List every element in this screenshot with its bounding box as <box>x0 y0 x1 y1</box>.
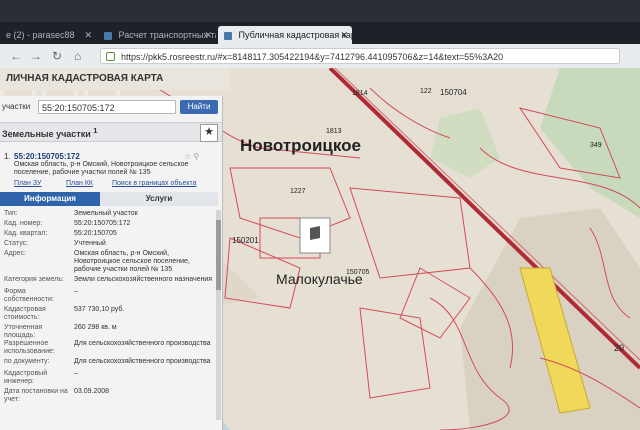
property-value: 03.09.2008 <box>74 388 110 395</box>
panel-scrollbar[interactable] <box>216 210 221 420</box>
results-count: 1 <box>93 126 98 135</box>
results-header-text: Земельные участки 1 <box>2 126 97 139</box>
plan-zu-link[interactable]: План ЗУ <box>14 180 41 187</box>
lock-icon <box>106 52 115 61</box>
scrollbar-thumb[interactable] <box>216 220 221 290</box>
forward-icon[interactable]: → <box>30 49 42 63</box>
property-value: 55:20:150705:172 <box>74 220 131 227</box>
panel-tabs: Информация Услуги <box>0 192 222 206</box>
result-action-icons[interactable]: ☆ ⚲ <box>184 152 199 161</box>
property-value: Для сельскохозяйственного производства <box>74 340 211 347</box>
property-label: Статус: <box>4 240 29 247</box>
map-place-label: Новотроицкое <box>240 136 361 155</box>
browser-tab-cadastral-map[interactable]: Публичная кадастровая карта ✕ <box>218 26 352 44</box>
property-label: Кад. номер: <box>4 220 43 227</box>
map-parcel-label: 150705 <box>346 269 370 276</box>
close-icon[interactable]: ✕ <box>204 26 212 44</box>
reload-icon[interactable]: ↻ <box>52 49 62 63</box>
property-label: Тип: <box>4 210 18 217</box>
address-bar: ← → ↻ ⌂ https://pkk5.rosreestr.ru/#x=814… <box>0 44 640 68</box>
result-links: План ЗУ План КК Поиск в границах объекта <box>0 180 222 190</box>
map-parcel-label: 150201 <box>232 236 259 245</box>
tab-label: е (2) - parasec88 <box>6 30 75 40</box>
map-parcel-label: 1227 <box>290 188 306 195</box>
close-icon[interactable]: ✕ <box>340 26 348 44</box>
tab-services[interactable]: Услуги <box>100 192 218 206</box>
map-parcel-label: 150704 <box>440 88 467 97</box>
info-panel: участки 55:20:150705:172 Найти Земельные… <box>0 96 223 430</box>
search-in-bounds-link[interactable]: Поиск в границах объекта <box>112 180 197 187</box>
property-label: по документу: <box>4 358 50 365</box>
search-button[interactable]: Найти <box>180 100 218 114</box>
property-value: – <box>74 370 78 377</box>
screenshot: е (2) - parasec88 ✕ Расчет транспортных … <box>0 0 640 430</box>
property-label: Кад. квартал: <box>4 230 48 237</box>
property-value: 260 298 кв. м <box>74 324 117 331</box>
tab-info[interactable]: Информация <box>0 192 100 206</box>
tab-label: Расчет транспортных тари <box>118 30 216 40</box>
property-label: Кадастровый инженер: <box>4 370 48 385</box>
property-label: Уточненная площадь: <box>4 324 43 339</box>
result-title[interactable]: 55:20:150705:172 <box>14 152 80 161</box>
property-value: Земли сельскохозяйственного назначения <box>74 276 213 283</box>
browser-tab-bar: е (2) - parasec88 ✕ Расчет транспортных … <box>0 22 640 63</box>
property-label: Разрешенное использование: <box>4 340 55 355</box>
property-label: Адрес: <box>4 250 26 257</box>
results-title: Земельные участки <box>2 129 91 139</box>
property-value: 55:20:150705 <box>74 230 117 237</box>
app-title: ЛИЧНАЯ КАДАСТРОВАЯ КАРТА <box>0 68 230 90</box>
search-category-select[interactable]: участки <box>2 100 36 114</box>
back-icon[interactable]: ← <box>10 49 22 63</box>
results-header: Земельные участки 1 ★ <box>0 122 222 142</box>
property-label: Категория земель: <box>4 276 64 283</box>
property-value: 537 730,10 руб. <box>74 306 125 313</box>
browser-tab-tariffs[interactable]: Расчет транспортных тари ✕ <box>98 26 216 44</box>
star-icon[interactable]: ★ <box>200 124 218 142</box>
property-label: Дата постановки на учет: <box>4 388 68 403</box>
plan-kk-link[interactable]: План КК <box>66 180 93 187</box>
result-number: 1. <box>4 152 11 161</box>
property-value: Учтенный <box>74 240 106 247</box>
property-label: Форма собственности: <box>4 288 54 303</box>
property-value: Омская область, р-н Омский, Новотроицкое… <box>74 250 190 273</box>
tab-label: Публичная кадастровая карта <box>238 30 352 40</box>
browser-tab-mail[interactable]: е (2) - parasec88 ✕ <box>0 26 96 44</box>
property-label: Кадастровая стоимость: <box>4 306 46 321</box>
search-input[interactable]: 55:20:150705:172 <box>38 100 176 114</box>
property-value: – <box>74 288 78 295</box>
map-parcel-label: 20 <box>614 343 625 353</box>
result-address: Омская область, р-н Омский, Новотроицкое… <box>14 161 189 176</box>
search-row: участки 55:20:150705:172 Найти <box>0 100 222 116</box>
map-parcel-label: 1814 <box>352 90 368 97</box>
home-icon[interactable]: ⌂ <box>74 49 81 63</box>
page-icon <box>104 31 112 40</box>
map-parcel-label: 1813 <box>326 128 342 135</box>
map-parcel-label: 349 <box>590 142 602 149</box>
property-value: Земельный участок <box>74 210 138 217</box>
url-input[interactable]: https://pkk5.rosreestr.ru/#x=8148117.305… <box>100 48 620 64</box>
page-icon <box>224 31 232 40</box>
close-icon[interactable]: ✕ <box>84 26 92 44</box>
property-value: Для сельскохозяйственного производства <box>74 358 211 365</box>
map-parcel-label: 122 <box>420 88 432 95</box>
